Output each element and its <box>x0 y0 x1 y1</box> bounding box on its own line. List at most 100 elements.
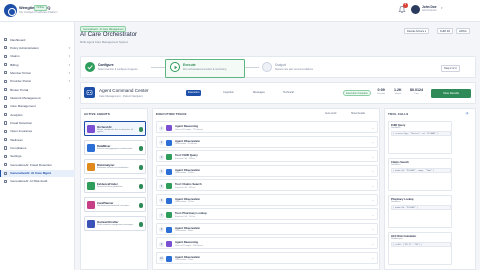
command-center-subtitle: Care Management · Patient Navigator <box>99 94 143 98</box>
sidebar-item[interactable]: Fraud Detection <box>0 120 75 127</box>
trace-step[interactable]: 7 Tool: Pharmacy Lookup Function Call · 15… <box>156 208 378 220</box>
trace-step[interactable]: 8 Agent Observation Observation · 88ms ⌄ <box>156 222 378 235</box>
step-number: 6 <box>159 198 164 203</box>
trace-step[interactable]: 1 Agent Reasoning Chain of Thought · 275 t… <box>156 121 378 133</box>
robot-icon <box>84 87 95 98</box>
trace-detail: Observation · 112ms <box>175 201 195 204</box>
tool-agent: RiskAnalyzer <box>391 238 404 241</box>
stat-value: 0:09 <box>377 88 385 92</box>
sidebar-item-label: Wellness <box>10 137 23 142</box>
sidebar-item[interactable]: Open Insurance <box>0 128 75 135</box>
decide-actions-button[interactable]: Decide Actions ▾ <box>404 28 430 34</box>
execution-trace-panel: EXECUTION TRACE Auto-scroll Show Details… <box>152 108 380 270</box>
step-title: Output <box>275 63 286 67</box>
stat-cost: $0.0124 Cost <box>410 88 423 95</box>
active-agents-panel: ACTIVE AGENTS OrchestrAI Master coordinat… <box>80 108 148 270</box>
step-desc: Select member & configure AI agents <box>98 68 138 71</box>
chevron-down-icon[interactable]: ⌄ <box>371 242 374 246</box>
nav-icon <box>4 46 8 50</box>
chevron-down-icon[interactable]: ⌄ <box>371 140 374 144</box>
chevron-down-icon[interactable]: ⌄ <box>371 126 374 130</box>
chevron-down-icon[interactable]: ⌄ <box>371 213 374 217</box>
tab-cognition[interactable]: Cognition <box>221 90 236 96</box>
step-title: Configure <box>98 63 114 67</box>
trace-detail: Function Call · 186ms <box>175 157 196 160</box>
sidebar-item[interactable]: GenerativeAI: Fraud Detection <box>0 161 75 168</box>
tab-execution[interactable]: Execution <box>186 90 202 96</box>
trace-detail: Observation · 76ms <box>175 259 194 262</box>
trace-step[interactable]: 9 Agent Reasoning Chain of Thought · 318 t… <box>156 237 378 249</box>
nav-icon <box>4 179 8 184</box>
sidebar-item[interactable]: Provider Portal ▾ <box>0 78 75 85</box>
sidebar-item[interactable]: Wellness <box>0 136 75 143</box>
tool-call-card[interactable]: HCC Risk Calculator RiskAnalyzer{ icd10: … <box>388 232 452 265</box>
nav-icon <box>4 37 8 42</box>
trace-step[interactable]: 6 Agent Observation Observation · 112ms ⌄ <box>156 193 378 206</box>
agent-icon <box>87 181 95 190</box>
step-output[interactable]: Output Review care plan recommendations <box>261 60 341 76</box>
nav-icon <box>4 113 8 117</box>
step-number: 5 <box>159 183 164 189</box>
sidebar-item[interactable]: Broker Portal <box>0 86 75 93</box>
tab-messages[interactable]: Messages <box>251 90 267 96</box>
agent-card[interactable]: RiskAnalyzer Evaluates clinical risk stra… <box>84 159 146 174</box>
user-name[interactable]: John Doe <box>422 5 437 9</box>
tool-call-card[interactable]: FHIR Query DataMiner{ resourceType: "Pati… <box>388 121 452 154</box>
sidebar-item[interactable]: Policy Administration ▾ <box>0 44 75 51</box>
tab-technical[interactable]: Technical <box>281 90 296 96</box>
sidebar-item[interactable]: Compliance <box>0 145 75 152</box>
fhir-button[interactable]: FHIR R4 <box>437 28 454 34</box>
chevron-down-icon[interactable]: ⌄ <box>371 198 374 202</box>
show-details-toggle[interactable]: Show Details <box>351 112 365 115</box>
sidebar-item[interactable]: Member Portal ▾ <box>0 69 75 76</box>
sidebar-item[interactable]: Care Management <box>0 103 75 110</box>
trace-step[interactable]: 3 Tool: FHIR Query Function Call · 186ms ⌄ <box>156 150 378 162</box>
trace-step[interactable]: 2 Agent Observation Observation · 94 token… <box>156 135 378 148</box>
sidebar-item[interactable]: Billing ▾ <box>0 61 75 68</box>
sidebar-item[interactable]: Claims ▾ <box>0 53 75 60</box>
agent-description: Evaluates clinical risk stratification <box>97 166 129 169</box>
chevron-down-icon[interactable]: ⌄ <box>371 169 374 173</box>
check-icon <box>85 62 95 72</box>
agent-card[interactable]: OutreachCrafter Drafts member engagement … <box>84 216 146 231</box>
chevron-down-icon[interactable]: ⌄ <box>371 256 374 260</box>
sidebar-item[interactable]: GenerativeAI: AI Care Mgmt <box>0 169 75 177</box>
avatar[interactable] <box>411 4 420 14</box>
stat-tokens: 1.2K Tokens <box>394 88 402 95</box>
sidebar-item[interactable]: Analytics <box>0 111 75 118</box>
tool-call-card[interactable]: Claims Search DataMiner{ memberId: "M-104… <box>388 158 452 191</box>
sidebar-item[interactable]: Network Management ▾ <box>0 94 75 101</box>
step-number: 10 <box>159 256 164 261</box>
tool-call-card[interactable]: Pharmacy Lookup DataMiner{ memberId: "M-1… <box>388 195 452 228</box>
trace-step[interactable]: 5 Tool: Claims Search Function Call · 241m… <box>156 179 378 191</box>
stat-key: Duration <box>377 92 386 95</box>
chevron-down-icon[interactable]: ⌄ <box>371 227 374 231</box>
view-results-button[interactable]: View Results <box>431 89 471 98</box>
sidebar-item[interactable]: Settings <box>0 153 75 160</box>
chevron-down-icon[interactable]: ⌄ <box>371 155 374 159</box>
trace-step[interactable]: 4 Agent Observation Observation · 203ms ⌄ <box>156 164 378 177</box>
chevron-down-icon[interactable]: ▾ <box>441 6 443 10</box>
chevron-down-icon: ▾ <box>68 62 70 67</box>
nav-icon <box>4 71 8 75</box>
check-icon <box>138 165 143 170</box>
trace-step[interactable]: 10 Agent Observation Observation · 76ms ⌄ <box>156 251 378 264</box>
app-logo[interactable] <box>4 4 17 17</box>
agent-description: Extracts and aggregates member data <box>97 147 133 150</box>
agent-card[interactable]: DataMiner Extracts and aggregates member … <box>84 140 146 155</box>
auto-scroll-toggle[interactable]: Auto-scroll <box>325 112 336 115</box>
agent-card[interactable]: OrchestrAI Master coordinator that orches… <box>84 121 146 136</box>
sidebar-item[interactable]: Dashboard <box>0 36 75 43</box>
page-title: AI Care Orchestrator <box>80 31 138 38</box>
hipaa-button[interactable]: HIPAA <box>456 28 470 34</box>
step-execute[interactable]: Execute Run orchestrated execution & mon… <box>169 60 249 76</box>
nav-icon <box>4 62 8 67</box>
tool-count-badge: 4 <box>465 111 470 116</box>
agent-card[interactable]: EvidenceFinder Searches clinical guidelin… <box>84 178 146 193</box>
sidebar-item-label: Open Insurance <box>10 129 33 134</box>
execution-status: Execution Complete <box>343 90 371 96</box>
sidebar-item[interactable]: GenerativeAI: AI Risk Audit <box>0 178 75 185</box>
chevron-down-icon[interactable]: ⌄ <box>371 184 374 188</box>
agent-card[interactable]: CarePlanner Generates personalized care p… <box>84 197 146 212</box>
step-configure[interactable]: Configure Select member & configure AI a… <box>84 60 164 76</box>
